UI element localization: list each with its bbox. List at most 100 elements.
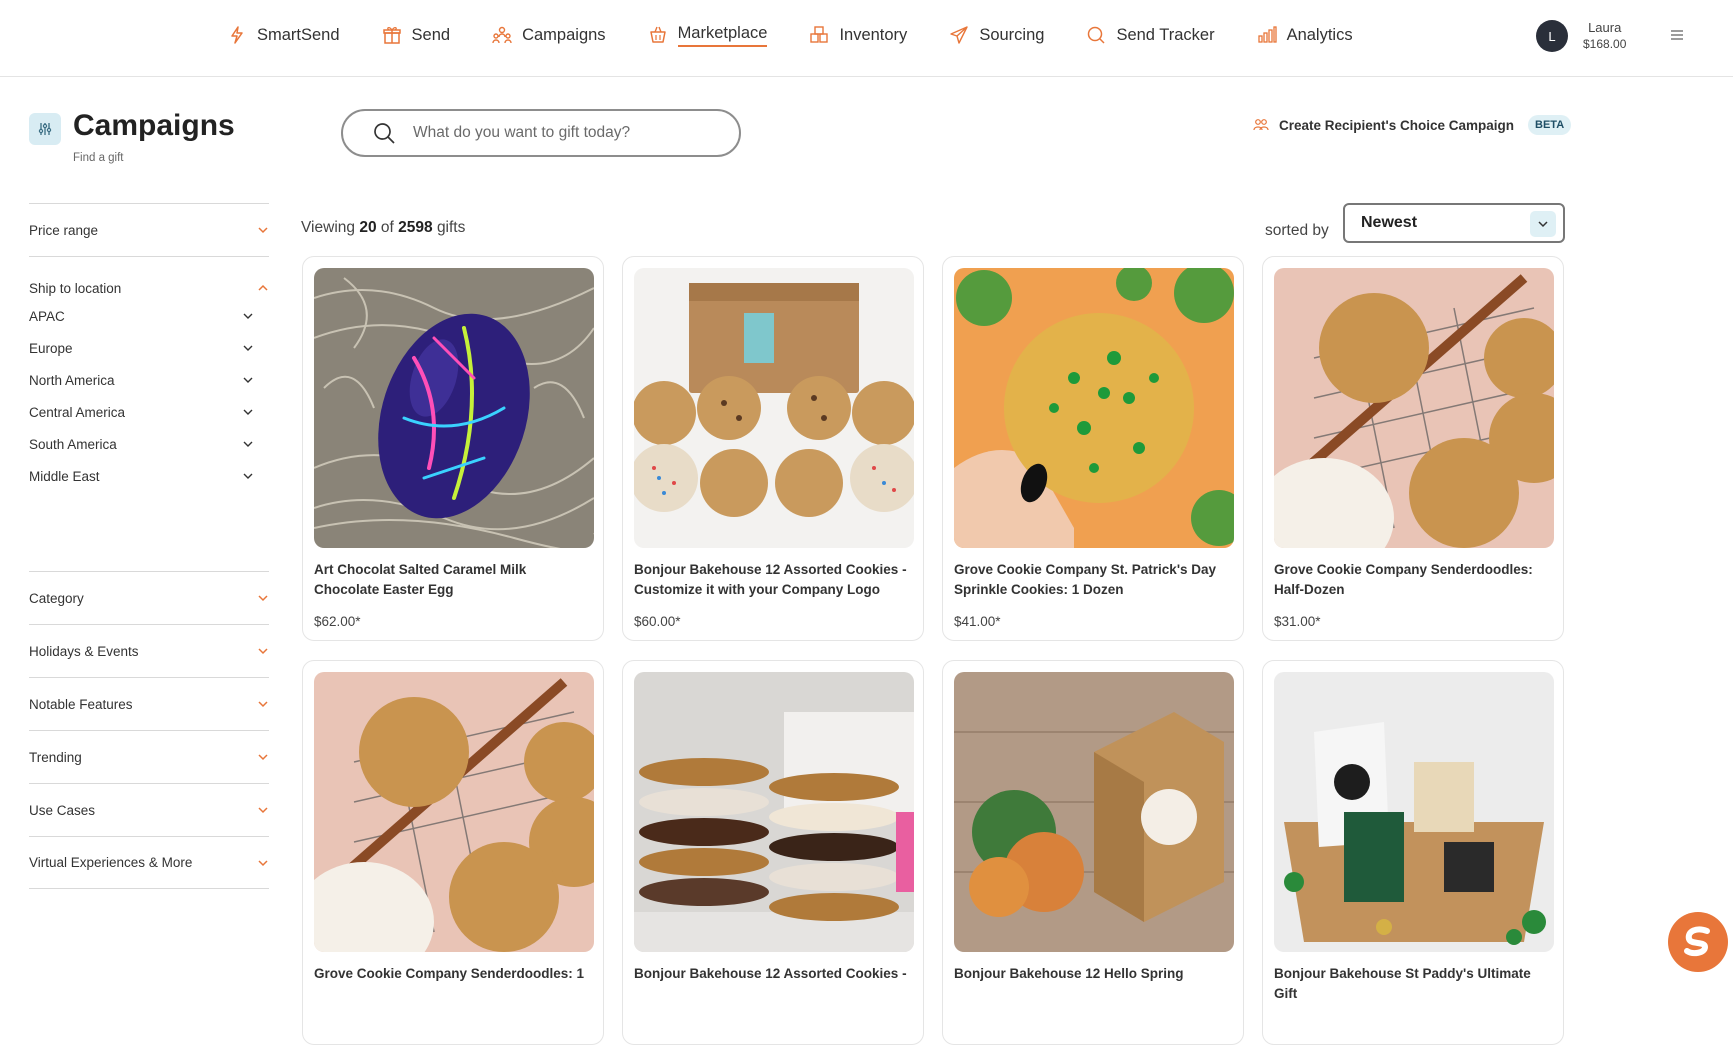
- s-logo-icon: [1684, 926, 1710, 957]
- ship-to-header[interactable]: Ship to location: [29, 278, 269, 298]
- filter-virtual-experiences[interactable]: Virtual Experiences & More: [29, 836, 269, 889]
- chevron-down-icon: [258, 648, 268, 655]
- region-north-america[interactable]: North America: [29, 364, 269, 396]
- filter-trending[interactable]: Trending: [29, 730, 269, 783]
- search-bar[interactable]: [341, 109, 741, 157]
- filter-label: Notable Features: [29, 696, 133, 712]
- sort-label: sorted by: [1265, 222, 1329, 239]
- nav-send-tracker[interactable]: Send Tracker: [1085, 17, 1215, 53]
- lightning-icon: [226, 24, 248, 46]
- product-image: [314, 672, 594, 952]
- nav-label: Sourcing: [979, 25, 1045, 44]
- gift-icon: [381, 24, 403, 46]
- results-shown: 20: [359, 219, 377, 236]
- region-label: North America: [29, 372, 115, 388]
- product-name: Grove Cookie Company Senderdoodles: Half…: [1274, 562, 1533, 597]
- chevron-down-icon: [258, 807, 268, 814]
- product-image: [1274, 672, 1554, 952]
- product-name: Bonjour Bakehouse St Paddy's Ultimate Gi…: [1274, 966, 1531, 1001]
- people-icon: [491, 24, 513, 46]
- nav-inventory[interactable]: Inventory: [808, 17, 907, 53]
- product-card[interactable]: Bonjour Bakehouse 12 Assorted Cookies - …: [622, 256, 924, 641]
- chevron-down-icon: [243, 345, 253, 351]
- nav-marketplace[interactable]: Marketplace: [647, 17, 768, 53]
- product-name: Bonjour Bakehouse 12 Assorted Cookies -: [634, 966, 907, 981]
- region-list: APAC Europe North America Central Americ…: [29, 300, 269, 492]
- bar-chart-icon: [1256, 24, 1278, 46]
- product-card[interactable]: Grove Cookie Company St. Patrick's Day S…: [942, 256, 1244, 641]
- results-count: Viewing 20 of 2598 gifts: [301, 219, 465, 237]
- region-europe[interactable]: Europe: [29, 332, 269, 364]
- nav-items: SmartSend Send Campaigns Marketplace Inv…: [226, 0, 1394, 70]
- create-recipients-choice-button[interactable]: Create Recipient's Choice Campaign BETA: [1253, 115, 1572, 135]
- filter-label: Price range: [29, 222, 99, 238]
- user-name: Laura: [1588, 20, 1622, 35]
- nav-sourcing[interactable]: Sourcing: [948, 17, 1044, 53]
- search-input[interactable]: [413, 124, 713, 142]
- region-central-america[interactable]: Central America: [29, 396, 269, 428]
- product-price: $60.00*: [634, 614, 681, 629]
- results-prefix: Viewing: [301, 219, 356, 236]
- search-icon: [1085, 24, 1107, 46]
- nav-campaigns[interactable]: Campaigns: [491, 17, 606, 53]
- region-label: Middle East: [29, 468, 100, 484]
- avatar: L: [1536, 20, 1568, 52]
- region-middle-east[interactable]: Middle East: [29, 460, 269, 492]
- page-title: Campaigns: [73, 109, 235, 142]
- filter-label: Category: [29, 590, 84, 606]
- chevron-down-icon: [258, 227, 268, 234]
- chevron-down-icon: [243, 473, 253, 479]
- hamburger-menu-icon[interactable]: [1670, 28, 1684, 42]
- page-subtitle: Find a gift: [73, 152, 124, 164]
- nav-label: SmartSend: [257, 25, 340, 44]
- results-suffix: gifts: [436, 219, 466, 236]
- product-name: Grove Cookie Company Senderdoodles: 1: [314, 966, 585, 981]
- product-price: $41.00*: [954, 614, 1001, 629]
- filter-label: Use Cases: [29, 802, 96, 818]
- product-name: Art Chocolat Salted Caramel Milk Chocola…: [314, 562, 527, 597]
- product-price: $31.00*: [1274, 614, 1321, 629]
- region-label: APAC: [29, 308, 65, 324]
- product-card[interactable]: Bonjour Bakehouse 12 Hello Spring: [942, 660, 1244, 1045]
- filter-label: Virtual Experiences & More: [29, 855, 193, 870]
- nav-smartsend[interactable]: SmartSend: [226, 17, 340, 53]
- results-of: of: [380, 219, 394, 236]
- filter-holidays-events[interactable]: Holidays & Events: [29, 624, 269, 677]
- nav-label: Marketplace: [677, 24, 768, 47]
- paper-plane-icon: [948, 24, 970, 46]
- region-label: Europe: [29, 340, 73, 356]
- nav-label: Campaigns: [522, 25, 606, 44]
- filter-sliders-icon[interactable]: [29, 113, 61, 145]
- sendoso-launcher-button[interactable]: [1668, 912, 1728, 972]
- beta-badge: BETA: [1528, 115, 1572, 135]
- region-label: South America: [29, 436, 117, 452]
- nav-label: Send Tracker: [1116, 25, 1215, 44]
- chevron-down-icon: [1530, 211, 1556, 237]
- results-total: 2598: [398, 219, 433, 236]
- sort-select[interactable]: Newest: [1343, 203, 1565, 243]
- nav-send[interactable]: Send: [381, 17, 450, 53]
- chevron-down-icon: [243, 409, 253, 415]
- product-name: Grove Cookie Company St. Patrick's Day S…: [954, 562, 1217, 597]
- region-apac[interactable]: APAC: [29, 300, 269, 332]
- product-card[interactable]: Art Chocolat Salted Caramel Milk Chocola…: [302, 256, 604, 641]
- region-south-america[interactable]: South America: [29, 428, 269, 460]
- product-card[interactable]: Bonjour Bakehouse St Paddy's Ultimate Gi…: [1262, 660, 1564, 1045]
- chevron-up-icon: [258, 284, 268, 291]
- product-image: [954, 672, 1234, 952]
- product-card[interactable]: Grove Cookie Company Senderdoodles: 1: [302, 660, 604, 1045]
- product-image: [634, 268, 914, 548]
- filter-category[interactable]: Category: [29, 571, 269, 624]
- user-menu[interactable]: L Laura $168.00: [1536, 20, 1626, 52]
- filter-price-range[interactable]: Price range: [29, 203, 269, 256]
- product-card[interactable]: Grove Cookie Company Senderdoodles: Half…: [1262, 256, 1564, 641]
- filter-notable-features[interactable]: Notable Features: [29, 677, 269, 730]
- people-icon: [1253, 119, 1269, 131]
- product-image: [634, 672, 914, 952]
- product-grid: Art Chocolat Salted Caramel Milk Chocola…: [302, 256, 1565, 1045]
- filter-use-cases[interactable]: Use Cases: [29, 783, 269, 836]
- chevron-down-icon: [258, 859, 268, 866]
- user-balance: $168.00: [1583, 37, 1627, 51]
- product-card[interactable]: Bonjour Bakehouse 12 Assorted Cookies -: [622, 660, 924, 1045]
- nav-analytics[interactable]: Analytics: [1256, 17, 1353, 53]
